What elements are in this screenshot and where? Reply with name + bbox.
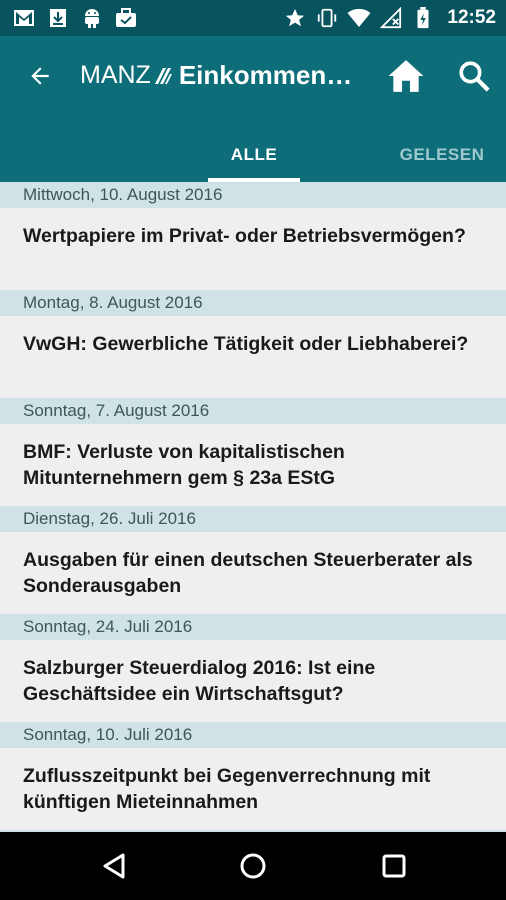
date-header: Dienstag, 26. Juli 2016 [0, 506, 506, 532]
triangle-back-icon [103, 853, 125, 879]
wifi-icon [347, 6, 371, 30]
nav-home-button[interactable] [233, 846, 273, 886]
list-item[interactable]: Zuflusszeitpunkt bei Gegenverrechnung mi… [0, 748, 506, 830]
clock: 12:52 [447, 7, 496, 28]
tab-gelesen[interactable]: GELESEN [386, 128, 498, 182]
gmail-icon [12, 6, 36, 30]
list-item[interactable]: VwGH: Gewerbliche Tätigkeit oder Liebhab… [0, 316, 506, 398]
system-nav-bar [0, 832, 506, 900]
search-icon [459, 61, 490, 92]
list-item[interactable]: Wertpapiere im Privat- oder Betriebsverm… [0, 208, 506, 290]
home-icon [388, 60, 424, 92]
android-icon [80, 6, 104, 30]
home-button[interactable] [384, 54, 428, 98]
arrow-back-icon [31, 67, 49, 85]
manz-logo-text: MANZ [80, 61, 151, 89]
briefcase-check-icon [114, 6, 138, 30]
status-bar: 12:52 [0, 0, 506, 36]
star-icon [283, 6, 307, 30]
manz-logo-mark-icon [154, 67, 172, 84]
app-brand: MANZ Einkommen… [80, 60, 352, 91]
square-recents-icon [382, 854, 406, 878]
download-icon [46, 6, 70, 30]
nav-recents-button[interactable] [374, 846, 414, 886]
tab-bar: ALLE GELESEN [0, 128, 506, 182]
list-item[interactable]: Salzburger Steuerdialog 2016: Ist eine G… [0, 640, 506, 722]
tab-alle[interactable]: ALLE [208, 128, 300, 182]
date-header: Sonntag, 7. August 2016 [0, 398, 506, 424]
list-item[interactable]: BMF: Verluste von kapitalistischen Mitun… [0, 424, 506, 506]
date-header: Mittwoch, 10. August 2016 [0, 182, 506, 208]
list-item[interactable]: Ausgaben für einen deutschen Steuerberat… [0, 532, 506, 614]
search-button[interactable] [452, 54, 496, 98]
article-list[interactable]: Mittwoch, 10. August 2016 Wertpapiere im… [0, 182, 506, 832]
no-signal-icon [379, 6, 403, 30]
app-bar: MANZ Einkommen… ALLE GELESEN [0, 36, 506, 182]
circle-home-icon [240, 853, 266, 879]
nav-back-button[interactable] [94, 846, 134, 886]
notification-icons [12, 6, 138, 30]
battery-charging-icon [411, 6, 435, 30]
date-header: Montag, 8. August 2016 [0, 290, 506, 316]
vibrate-icon [315, 6, 339, 30]
system-icons: 12:52 [283, 6, 496, 30]
date-header: Sonntag, 24. Juli 2016 [0, 614, 506, 640]
date-header: Sonntag, 10. Juli 2016 [0, 722, 506, 748]
page-title: Einkommen… [178, 60, 353, 90]
back-button[interactable] [22, 58, 58, 94]
